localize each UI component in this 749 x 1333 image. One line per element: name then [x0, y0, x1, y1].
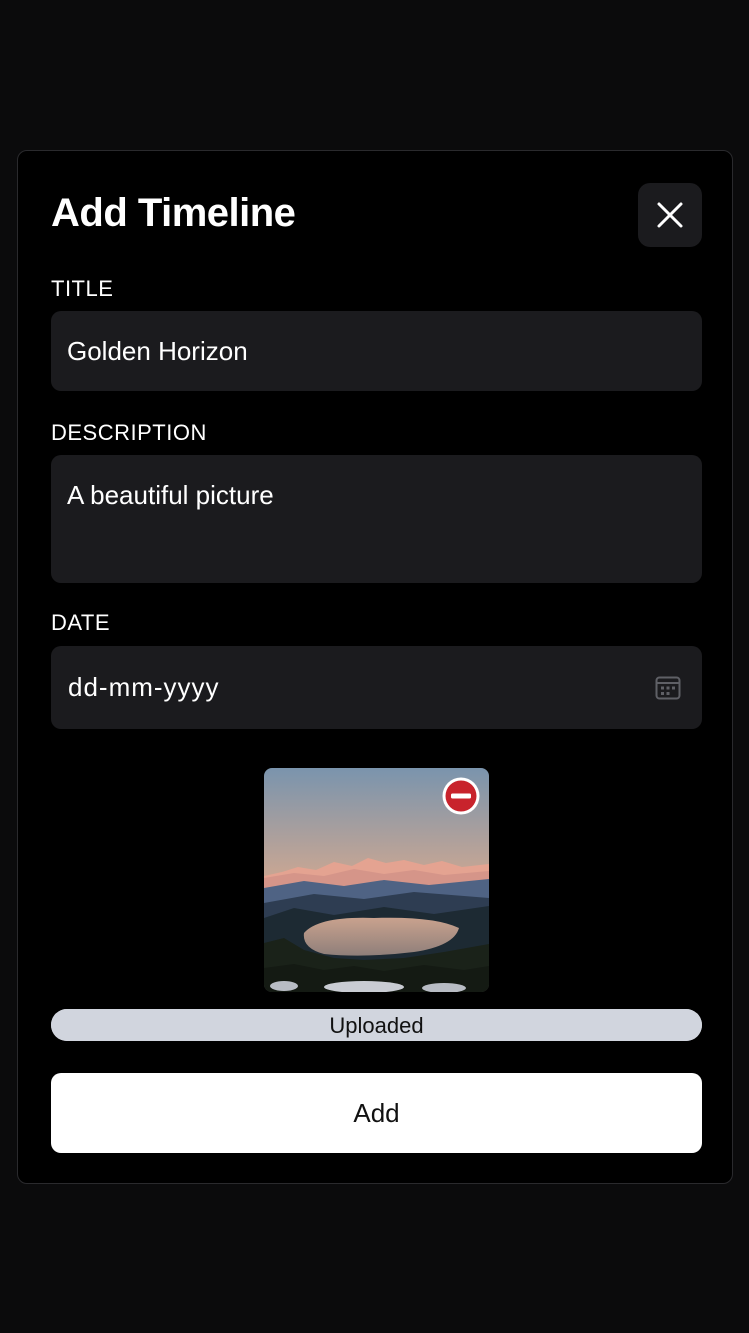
add-timeline-modal: Add Timeline TITLE Golden Horizon DESCRI…: [17, 150, 733, 1184]
minus-circle-icon: [442, 777, 480, 815]
description-value: A beautiful picture: [67, 480, 274, 510]
date-label: DATE: [51, 610, 111, 635]
close-icon: [657, 202, 683, 228]
remove-image-button[interactable]: [441, 776, 481, 816]
description-label: DESCRIPTION: [51, 420, 207, 445]
date-field[interactable]: dd-mm-yyyy: [51, 646, 702, 729]
title-value: Golden Horizon: [67, 336, 248, 366]
upload-progress-bar: Uploaded: [51, 1009, 702, 1041]
description-field[interactable]: A beautiful picture: [51, 455, 702, 583]
uploaded-image-preview: [264, 768, 489, 992]
upload-status: Uploaded: [329, 1013, 424, 1038]
add-button[interactable]: Add: [51, 1073, 702, 1153]
close-button[interactable]: [638, 183, 702, 247]
title-label: TITLE: [51, 276, 114, 301]
calendar-icon[interactable]: [654, 673, 682, 701]
date-placeholder: dd-mm-yyyy: [68, 672, 220, 702]
modal-title: Add Timeline: [51, 191, 296, 235]
title-field[interactable]: Golden Horizon: [51, 311, 702, 391]
